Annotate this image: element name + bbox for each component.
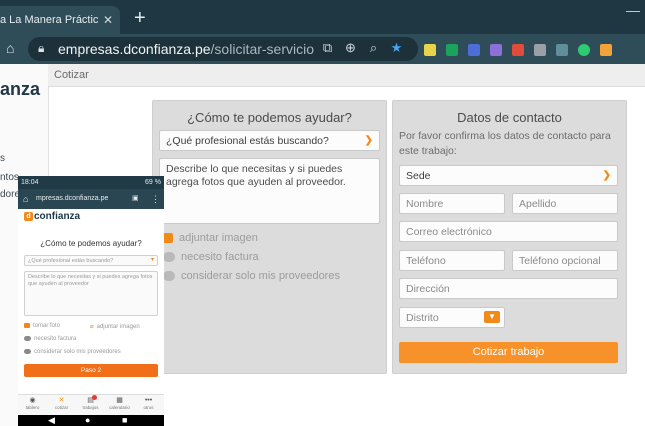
phone-page: d confianza ¿Cómo te podemos ayudar? ¿Qu…: [18, 209, 164, 400]
first-name-input[interactable]: Nombre: [399, 193, 505, 214]
minimize-window-button[interactable]: —: [626, 2, 640, 18]
extension-icon[interactable]: [490, 43, 502, 56]
new-tab-button[interactable]: +: [134, 6, 146, 30]
email-input[interactable]: Correo electrónico: [399, 221, 618, 242]
professional-select[interactable]: ¿Qué profesional estás buscando? ❯: [159, 130, 380, 151]
nav-item-otros[interactable]: ••• otros: [134, 396, 163, 410]
close-tab-icon[interactable]: ✕: [103, 6, 113, 34]
brand-logo: confianza: [34, 211, 81, 222]
toggle-icon: [163, 271, 175, 282]
phone-url[interactable]: mpresas.dconfianza.pe: [36, 189, 108, 209]
toggle-icon: [24, 349, 31, 354]
calendar-icon: ▦: [116, 397, 123, 404]
address-input[interactable]: Dirección: [399, 278, 618, 299]
tools-icon: ✕: [58, 397, 65, 404]
submit-quote-button[interactable]: Cotizar trabajo: [399, 342, 618, 363]
chevron-down-icon: ▼: [484, 311, 500, 323]
extension-icon[interactable]: [424, 43, 436, 56]
phone-status-bar: 18:04 69 %: [18, 176, 164, 189]
own-providers-toggle[interactable]: considerar solo mis proveedores: [24, 349, 121, 355]
back-icon[interactable]: ◀: [48, 415, 55, 426]
contact-card: Datos de contacto Por favor confirma los…: [392, 100, 627, 374]
own-providers-toggle[interactable]: considerar solo mis proveedores: [163, 270, 340, 282]
brand-logo[interactable]: anza: [0, 79, 40, 100]
battery-status: 69 %: [145, 179, 161, 186]
district-select[interactable]: Distrito ▼: [399, 307, 505, 328]
extensions-bar: [424, 41, 612, 59]
address-bar[interactable]: 🔒︎ empresas.dconfianza.pe/solicitar-serv…: [28, 37, 418, 61]
toggle-icon: [24, 336, 31, 341]
open-in-app-icon[interactable]: ⧉: [316, 40, 339, 56]
search-icon[interactable]: ⌕: [362, 40, 385, 56]
last-name-input[interactable]: Apellido: [512, 193, 618, 214]
dashboard-icon: ◉: [29, 397, 36, 404]
phone-clock: 18:04: [21, 179, 39, 186]
extension-icon[interactable]: [468, 43, 480, 56]
breadcrumb-bar: Cotizar: [48, 64, 645, 87]
help-card-title: ¿Cómo te podemos ayudar?: [187, 110, 352, 125]
phone-professional-select[interactable]: ¿Qué profesional estás buscando? ▾: [24, 255, 158, 266]
clip-icon: [163, 233, 173, 244]
menu-icon[interactable]: ⋮: [151, 189, 160, 209]
phone-screenshot: 18:04 69 % ⌂ mpresas.dconfianza.pe ▣ ⋮ d…: [18, 176, 164, 426]
chevron-down-icon: ❯: [602, 170, 611, 181]
home-icon[interactable]: ⌂: [23, 189, 28, 209]
tabs-icon[interactable]: ▣: [132, 189, 139, 209]
description-textarea[interactable]: Describe lo que necesitas y si puedes ag…: [159, 158, 380, 224]
briefcase-icon: ▤: [87, 397, 94, 404]
extension-icon[interactable]: [512, 43, 524, 56]
brand-logo-mark: d: [24, 212, 33, 221]
zoom-in-icon[interactable]: ⊕: [339, 40, 362, 56]
chevron-down-icon: ▾: [150, 257, 154, 263]
clip-icon: ⌀: [90, 324, 94, 330]
url-text[interactable]: empresas.dconfianza.pe/solicitar-servici…: [58, 41, 314, 57]
address-bar-row: ⌂ 🔒︎ empresas.dconfianza.pe/solicitar-se…: [0, 34, 645, 64]
sidebar-item[interactable]: s: [0, 153, 5, 164]
next-step-button[interactable]: Paso 2: [24, 364, 158, 377]
phone-input[interactable]: Teléfono: [399, 250, 505, 271]
help-card: ¿Cómo te podemos ayudar? ¿Qué profesiona…: [152, 100, 387, 374]
contact-card-title: Datos de contacto: [457, 110, 562, 125]
nav-item-cotizar[interactable]: ✕ cotizar: [47, 396, 76, 410]
chevron-down-icon: ❯: [364, 135, 373, 146]
phone-help-title: ¿Cómo te podemos ayudar?: [40, 239, 142, 248]
home-button-icon[interactable]: ●: [85, 415, 90, 426]
nav-item-calendario[interactable]: ▦ calendario: [105, 396, 134, 410]
star-icon[interactable]: ★: [385, 40, 408, 56]
lock-icon[interactable]: 🔒︎: [38, 41, 44, 56]
extension-icon[interactable]: [556, 43, 568, 56]
optional-phone-input[interactable]: Teléfono opcional: [512, 250, 618, 271]
attach-image-option[interactable]: adjuntar imagen: [163, 232, 258, 244]
nav-item-tablero[interactable]: ◉ tablero: [18, 396, 47, 410]
extension-icon[interactable]: [534, 43, 546, 56]
sidebar-item[interactable]: ntos: [0, 172, 19, 183]
extension-icon[interactable]: [446, 43, 458, 56]
invoice-toggle[interactable]: necesito factura: [163, 251, 259, 263]
toggle-icon: [163, 252, 175, 263]
contact-instructions: Por favor confirma los datos de contacto…: [399, 130, 611, 157]
extension-icon[interactable]: [600, 43, 612, 56]
attach-image-option[interactable]: ⌀ adjuntar imagen: [90, 323, 140, 330]
browser-tab-strip: a La Manera Práctica De ✕ + —: [0, 0, 645, 34]
omnibox-actions: ⧉ ⊕ ⌕ ★: [316, 40, 408, 56]
extension-icon[interactable]: [578, 43, 590, 56]
recents-icon[interactable]: ■: [122, 415, 127, 426]
home-icon[interactable]: ⌂: [6, 40, 14, 56]
phone-bottom-nav: ◉ tablero ✕ cotizar ▤ trabajos ▦ calendario …: [18, 394, 164, 415]
tab-title: a La Manera Práctica De: [0, 14, 98, 26]
camera-icon: [24, 323, 30, 328]
phone-address-bar: ⌂ mpresas.dconfianza.pe ▣ ⋮: [18, 189, 164, 209]
browser-tab[interactable]: a La Manera Práctica De ✕: [0, 6, 120, 34]
nav-item-trabajos[interactable]: ▤ trabajos: [76, 395, 105, 410]
more-icon: •••: [144, 397, 153, 404]
invoice-toggle[interactable]: necesito factura: [24, 336, 76, 342]
sede-select[interactable]: Sede ❯: [399, 165, 618, 186]
phone-description-textarea[interactable]: Describe lo que necesitas y si puedes ag…: [24, 271, 158, 316]
phone-system-nav: ◀ ● ■: [18, 415, 164, 426]
take-photo-option[interactable]: tomar foto: [24, 323, 60, 329]
breadcrumb: Cotizar: [54, 69, 89, 81]
notification-badge: [92, 395, 97, 400]
